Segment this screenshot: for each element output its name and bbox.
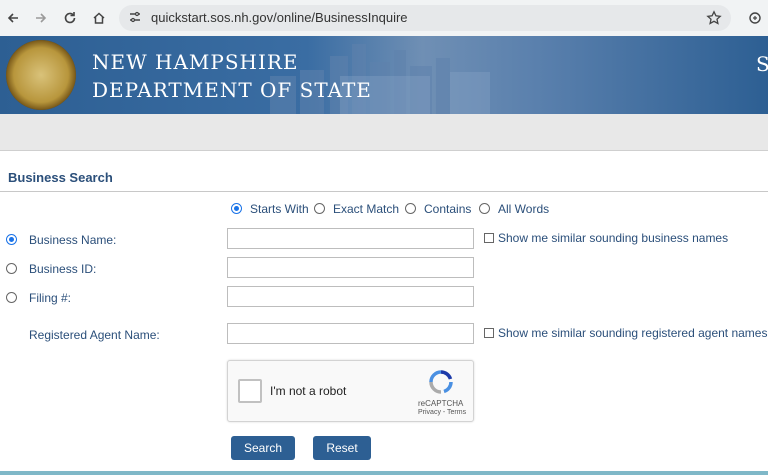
forward-arrow-icon[interactable] [30,7,52,29]
similar-agent-checkbox[interactable] [484,328,494,338]
section-divider [0,191,768,192]
registered-agent-input[interactable] [227,323,474,344]
recaptcha-logo-icon [429,370,453,394]
reset-button[interactable]: Reset [313,436,371,460]
extension-icon[interactable] [744,7,766,29]
similar-business-checkbox[interactable] [484,233,494,243]
starts-with-label: Starts With [250,202,309,216]
site-settings-icon[interactable] [128,10,142,27]
home-icon[interactable] [88,7,110,29]
filing-number-input[interactable] [227,286,474,307]
similar-agent-label: Show me similar sounding registered agen… [498,326,768,340]
section-title: Business Search [8,170,113,185]
search-button[interactable]: Search [231,436,295,460]
state-seal-logo [6,40,76,110]
business-name-input[interactable] [227,228,474,249]
recaptcha-widget: I'm not a robot reCAPTCHA Privacy - Term… [227,360,474,422]
nav-subbar [0,114,768,151]
recaptcha-label: I'm not a robot [270,384,347,398]
browser-toolbar: quickstart.sos.nh.gov/online/BusinessInq… [0,0,768,36]
filing-number-radio[interactable] [6,292,17,303]
filing-number-label: Filing #: [29,291,72,305]
back-arrow-icon[interactable] [2,7,24,29]
recaptcha-checkbox[interactable] [238,379,262,403]
star-icon[interactable] [703,7,725,29]
recaptcha-brand: reCAPTCHA [418,399,464,408]
city-skyline [270,44,490,114]
reload-icon[interactable] [59,7,81,29]
business-name-radio[interactable] [6,234,17,245]
business-name-label: Business Name: [29,233,117,247]
registered-agent-label: Registered Agent Name: [29,328,160,342]
banner-title-line2: DEPARTMENT OF STATE [92,78,372,102]
similar-business-label: Show me similar sounding business names [498,231,729,245]
business-id-radio[interactable] [6,263,17,274]
starts-with-radio[interactable] [231,203,242,214]
recaptcha-privacy-terms[interactable]: Privacy - Terms [418,409,466,416]
exact-match-label: Exact Match [333,202,400,216]
banner-title-line1: NEW HAMPSHIRE [92,50,299,74]
contains-label: Contains [424,202,472,216]
contains-radio[interactable] [405,203,416,214]
site-banner: NEW HAMPSHIRE DEPARTMENT OF STATE S [0,36,768,114]
business-id-label: Business ID: [29,262,97,276]
footer-divider [0,471,768,475]
url-text: quickstart.sos.nh.gov/online/BusinessInq… [151,10,408,25]
exact-match-radio[interactable] [314,203,325,214]
business-id-input[interactable] [227,257,474,278]
all-words-label: All Words [498,202,550,216]
address-bar[interactable]: quickstart.sos.nh.gov/online/BusinessInq… [119,5,731,31]
all-words-radio[interactable] [479,203,490,214]
banner-cut-text: S [756,52,768,76]
